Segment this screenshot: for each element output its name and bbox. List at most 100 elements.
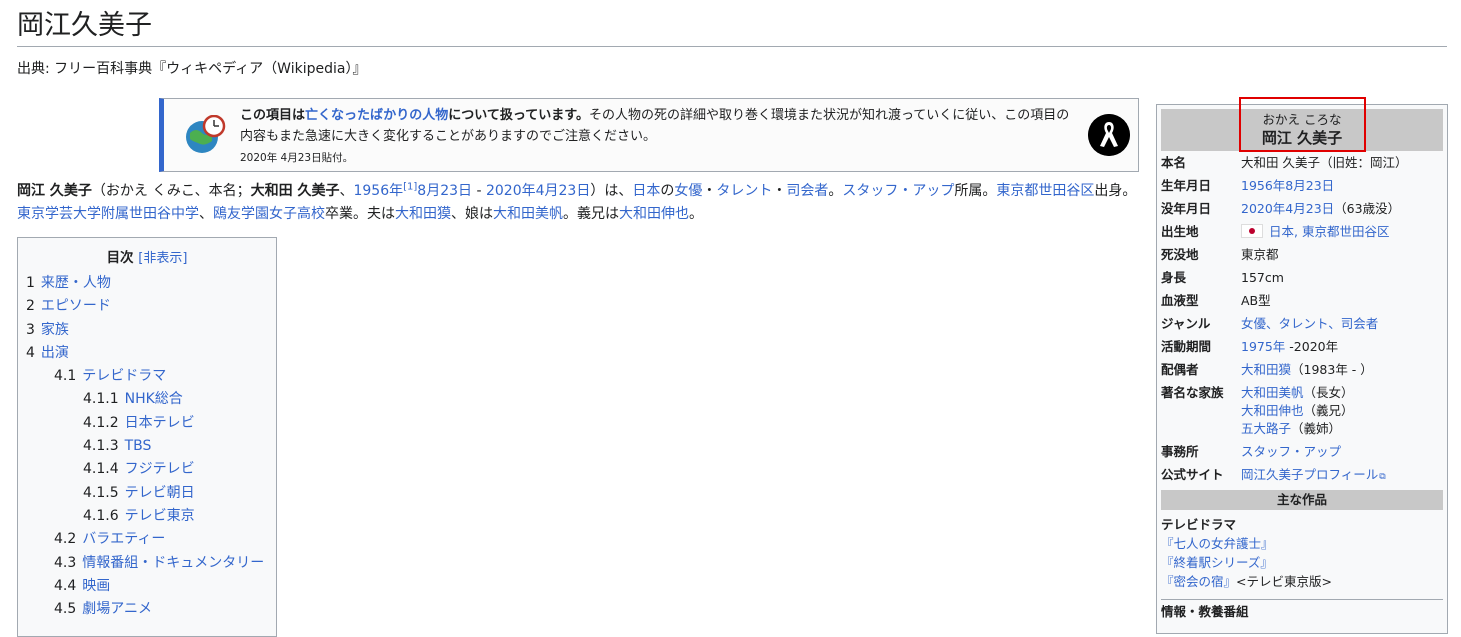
drama-link[interactable]: 『終着駅シリーズ』 [1161,555,1273,570]
toc-toggle[interactable]: [非表示] [138,251,187,266]
toc-item[interactable]: 4.1 テレビドラマ [18,365,276,388]
toc-item-number: 4.3 [54,554,77,571]
infobox-row: 公式サイト 岡江久美子プロフィール [1161,466,1443,486]
infobox-value-link[interactable]: 女優、タレント、司会者 [1241,316,1378,331]
toc-item-number: 4.1.4 [83,461,119,478]
toc-item[interactable]: 4.1.2 日本テレビ [18,412,276,435]
infobox-row: 没年月日 2020年4月23日（63歳没） [1161,200,1443,218]
link-school-2[interactable]: 鴎友学園女子高校 [213,206,325,222]
infobox-value: 岡江久美子プロフィール [1241,466,1443,486]
infobox-family-link[interactable]: 大和田美帆 [1241,385,1304,400]
infobox-label: 出生地 [1161,224,1199,239]
toc-item[interactable]: 4.5 劇場アニメ [18,598,276,621]
toc-item-label[interactable]: テレビ朝日 [125,485,195,501]
infobox-label: 没年月日 [1161,201,1212,216]
infobox-value: 大和田 久美子（旧姓：岡江） [1241,154,1443,172]
infobox-value-link[interactable]: 1975年 [1241,339,1285,354]
toc-title: 目次 [106,250,134,266]
table-of-contents: 目次 [非表示] 1 来歴・人物 2 エピソード 3 家族 4 出演 4.1 テレビドラマ 4.1.… [17,237,277,637]
infobox-rows: 本名 大和田 久美子（旧姓：岡江） 生年月日 1956年8月23日 没年月日 2020年4… [1161,154,1443,491]
toc-item[interactable]: 4.3 情報番組・ドキュメンタリー [18,552,276,575]
toc-item-label[interactable]: 出演 [41,345,69,361]
link-talent[interactable]: タレント [716,183,772,199]
infobox-value: スタッフ・アップ [1241,443,1443,461]
toc-item[interactable]: 4.4 映画 [18,575,276,598]
link-school-1[interactable]: 東京学芸大学附属世田谷中学 [17,206,199,222]
infobox-row: 著名な家族 大和田美帆（長女） 大和田伸也（義兄） 五大路子（義姉） [1161,384,1443,438]
infobox-value-text: AB型 [1241,293,1271,308]
infobox-family-link[interactable]: 五大路子 [1241,421,1291,436]
link-host[interactable]: 司会者 [786,183,828,199]
toc-item-label[interactable]: TBS [125,438,152,454]
toc-item[interactable]: 2 エピソード [18,295,276,318]
link-japan[interactable]: 日本 [632,183,660,199]
link-death-date[interactable]: 2020年4月23日 [486,183,590,199]
toc-item-number: 4.5 [54,601,77,618]
toc-item-label[interactable]: 日本テレビ [125,415,195,431]
link-setagaya[interactable]: 東京都世田谷区 [996,183,1094,199]
infobox-value: 2020年4月23日（63歳没） [1241,201,1401,216]
toc-item-label[interactable]: NHK総合 [125,391,183,407]
toc-item-label[interactable]: 映画 [82,578,110,594]
toc-item-label[interactable]: 劇場アニメ [82,601,152,617]
infobox-family-link[interactable]: 大和田伸也 [1241,403,1304,418]
link-birth-day[interactable]: 8月23日 [417,183,472,199]
tagline: 出典: フリー百科事典『ウィキペディア（Wikipedia）』 [17,61,367,77]
toc-item[interactable]: 3 家族 [18,319,276,342]
drama-item: 『七人の女弁護士』 [1161,534,1443,553]
infobox-value-text: 大和田 久美子（旧姓：岡江） [1241,155,1408,170]
infobox-row: 身長 157cm [1161,269,1443,287]
infobox-value: 女優、タレント、司会者 [1241,315,1443,333]
infobox-value: 1956年8月23日 [1241,177,1443,195]
link-brother-in-law[interactable]: 大和田伸也 [619,206,689,222]
ref-1[interactable]: [1] [403,181,417,192]
infobox-value-text: 東京都 [1241,247,1279,262]
toc-item[interactable]: 1 来歴・人物 [18,272,276,295]
infobox-row: 死没地 東京都 [1161,246,1443,264]
infobox-value: 1975年 -2020年 [1241,339,1339,354]
infobox-row: 出生地 日本, 東京都世田谷区 [1161,223,1443,241]
toc-item[interactable]: 4.1.3 TBS [18,435,276,458]
link-agency[interactable]: スタッフ・アップ [842,183,954,199]
toc-item[interactable]: 4.1.1 NHK総合 [18,388,276,411]
toc-item-number: 4.4 [54,577,77,594]
toc-item-number: 2 [26,298,35,315]
toc-item[interactable]: 4.1.5 テレビ朝日 [18,482,276,505]
toc-item[interactable]: 4 出演 [18,342,276,365]
toc-header: 目次 [非表示] [18,246,276,266]
link-birth-year[interactable]: 1956年 [353,183,403,199]
drama-link[interactable]: 『七人の女弁護士』 [1161,536,1274,551]
infobox-row: 本名 大和田 久美子（旧姓：岡江） [1161,154,1443,172]
infobox-value-link[interactable]: 2020年4月23日 [1241,201,1334,216]
infobox-value-link[interactable]: 日本, 東京都世田谷区 [1269,224,1389,239]
toc-item[interactable]: 4.1.4 フジテレビ [18,458,276,481]
infobox-value-link[interactable]: 大和田獏 [1241,362,1291,377]
toc-item-number: 4.1.3 [83,438,119,455]
link-actress[interactable]: 女優 [674,183,702,199]
toc-item-label[interactable]: エピソード [41,298,111,314]
infobox-value-link[interactable]: 岡江久美子プロフィール [1241,467,1386,482]
toc-item-label[interactable]: フジテレビ [125,461,195,477]
toc-item-label[interactable]: バラエティー [82,531,165,547]
toc-item-label[interactable]: 来歴・人物 [41,275,111,291]
drama-item: 『密会の宿』<テレビ東京版> [1161,574,1332,589]
toc-item-label[interactable]: 情報番組・ドキュメンタリー [82,555,264,571]
infobox-label: 活動期間 [1161,339,1212,354]
infobox-label: 血液型 [1161,293,1199,308]
toc-item[interactable]: 4.1.6 テレビ東京 [18,505,276,528]
recent-death-link[interactable]: 亡くなったばかりの人物 [305,108,448,123]
link-daughter[interactable]: 大和田美帆 [493,206,563,222]
link-husband[interactable]: 大和田獏 [395,206,451,222]
toc-item-label[interactable]: テレビドラマ [82,368,166,384]
toc-list: 1 来歴・人物 2 エピソード 3 家族 4 出演 4.1 テレビドラマ 4.1.1 NHK総合 4.1… [18,272,276,621]
toc-item-label[interactable]: 家族 [41,322,69,338]
infobox-value-link[interactable]: スタッフ・アップ [1241,444,1341,459]
infobox-value-link[interactable]: 1956年8月23日 [1241,178,1334,193]
toc-item-label[interactable]: テレビ東京 [125,508,195,524]
toc-item[interactable]: 4.2 バラエティー [18,528,276,551]
page-title: 岡江久美子 [17,6,1447,47]
drama-link[interactable]: 『密会の宿』 [1161,574,1236,589]
toc-item-number: 3 [26,321,35,338]
lead-paragraph: 岡江 久美子（おかえ くみこ、本名；大和田 久美子、1956年[1]8月23日 … [17,181,1137,222]
toc-item-number: 4.1.5 [83,484,119,501]
